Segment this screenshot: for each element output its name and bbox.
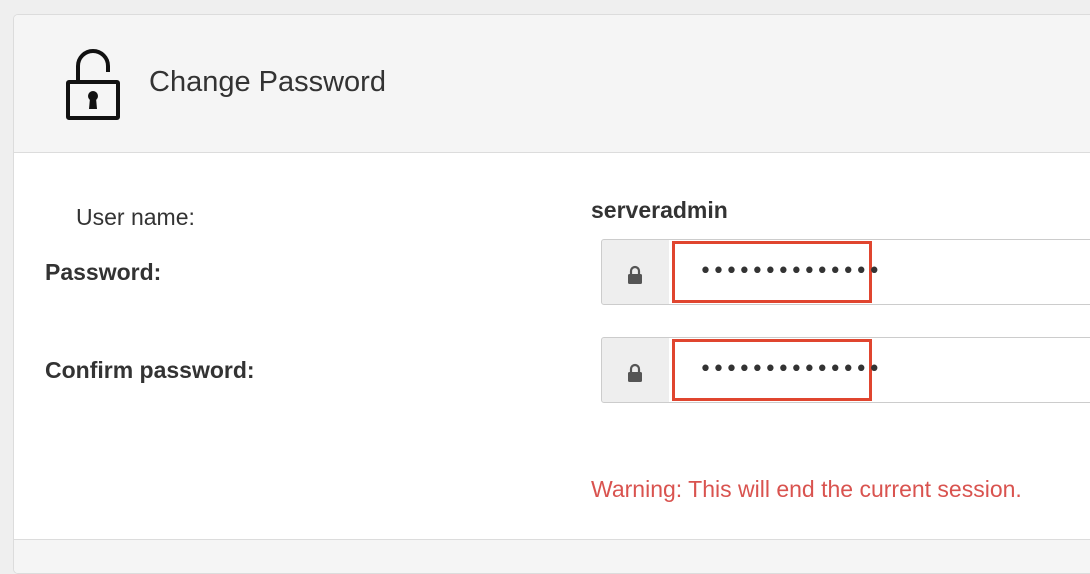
change-password-panel: Change Password User name: serveradmin P…	[13, 14, 1090, 574]
password-addon	[601, 239, 670, 305]
password-masked-value: ••••••••••••••	[699, 259, 881, 284]
confirm-password-input[interactable]: ••••••••••••••	[672, 339, 881, 401]
password-label: Password:	[45, 259, 162, 285]
confirm-password-input-group: ••••••••••••••	[601, 337, 1090, 403]
lock-icon	[628, 265, 642, 284]
username-value: serveradmin	[591, 197, 728, 223]
lock-icon	[628, 363, 642, 382]
panel-footer	[14, 539, 1090, 573]
confirm-password-masked-value: ••••••••••••••	[699, 357, 881, 382]
unlocked-padlock-icon	[66, 49, 120, 120]
session-warning-text: Warning: This will end the current sessi…	[591, 476, 1022, 502]
confirm-password-addon	[601, 337, 670, 403]
confirm-password-label: Confirm password:	[45, 357, 255, 383]
username-label: User name:	[76, 204, 195, 230]
panel-header: Change Password	[14, 15, 1090, 153]
page-title: Change Password	[149, 66, 386, 98]
password-input-group: ••••••••••••••	[601, 239, 1090, 305]
password-input[interactable]: ••••••••••••••	[672, 241, 881, 303]
